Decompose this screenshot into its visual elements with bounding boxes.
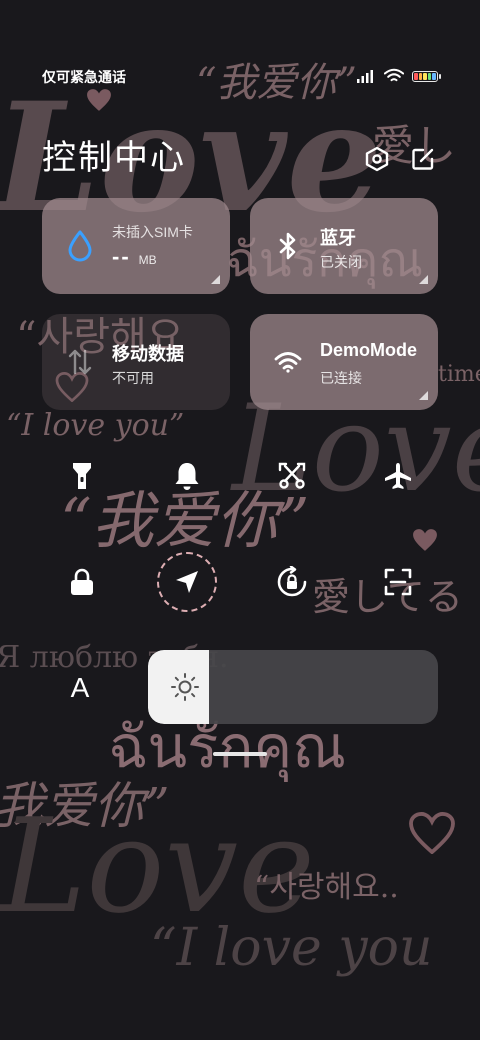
- wallpaper-text: “사랑해요..: [254, 870, 399, 905]
- data-unit: MB: [138, 253, 157, 267]
- location-arrow-icon: [176, 571, 198, 593]
- mobile-data-label: 移动数据: [112, 344, 184, 364]
- wallpaper-text: time: [438, 362, 480, 387]
- location-toggle[interactable]: [157, 552, 217, 612]
- tile-expand-corner: [211, 275, 220, 284]
- mobile-data-status: 不可用: [112, 370, 154, 386]
- wifi-icon: [272, 346, 304, 378]
- ringer-toggle[interactable]: [157, 446, 217, 506]
- edit-icon: [412, 148, 434, 170]
- battery-segment: [414, 72, 418, 80]
- flashlight-toggle[interactable]: [52, 446, 112, 506]
- lock-screen-toggle[interactable]: [52, 552, 112, 612]
- wifi-tile[interactable]: DemoMode 已连接: [250, 314, 438, 410]
- airplane-icon: [385, 463, 411, 489]
- wallpaper-text: 我爱你”: [0, 777, 170, 835]
- bluetooth-status: 已关闭: [320, 254, 362, 270]
- status-bar: 仅可紧急通话: [0, 60, 480, 92]
- rotation-lock-toggle[interactable]: [262, 552, 322, 612]
- control-center-screen: “我爱你” Love 愛し ฉันรักคุณ “사랑해요 time “I lo…: [0, 0, 480, 1040]
- battery-segment: [432, 72, 436, 80]
- settings-button[interactable]: [362, 144, 392, 174]
- auto-brightness-toggle[interactable]: A: [60, 668, 100, 708]
- sim-status-label: 未插入SIM卡: [112, 224, 193, 240]
- screenshot-toggle[interactable]: [262, 446, 322, 506]
- scissors-icon: [278, 462, 306, 489]
- data-usage-value: -- MB: [112, 244, 157, 270]
- wifi-status: 已连接: [320, 370, 362, 386]
- battery-segment: [427, 72, 432, 80]
- battery-icon: [412, 70, 441, 82]
- data-value: --: [112, 244, 131, 269]
- scanner-toggle[interactable]: [368, 552, 428, 612]
- mobile-data-arrows-icon: [64, 346, 96, 378]
- sun-icon: [171, 673, 199, 701]
- airplane-toggle[interactable]: [368, 446, 428, 506]
- heart-icon: [413, 529, 437, 551]
- carrier-text: 仅可紧急通话: [42, 69, 126, 85]
- signal-icon: [357, 70, 373, 83]
- wifi-network-name: DemoMode: [320, 340, 418, 360]
- data-usage-tile[interactable]: 未插入SIM卡 -- MB: [42, 198, 230, 294]
- mobile-data-tile[interactable]: 移动数据 不可用: [42, 314, 230, 410]
- wifi-icon: [384, 68, 404, 82]
- brightness-slider[interactable]: [148, 650, 438, 724]
- bluetooth-icon: [272, 230, 304, 262]
- bluetooth-label: 蓝牙: [320, 228, 356, 248]
- drag-handle[interactable]: [213, 752, 267, 756]
- wallpaper-text: Love: [0, 790, 315, 942]
- battery-segment: [423, 72, 427, 80]
- bell-icon: [175, 463, 199, 490]
- battery-segment: [418, 72, 423, 80]
- settings-hexagon-icon: [365, 146, 389, 172]
- lock-icon: [71, 568, 93, 595]
- water-drop-icon: [64, 230, 96, 262]
- wallpaper-text: “I love you: [150, 918, 433, 978]
- status-icons: [356, 68, 441, 84]
- tile-expand-corner: [419, 275, 428, 284]
- scan-icon: [384, 568, 412, 596]
- bluetooth-tile[interactable]: 蓝牙 已关闭: [250, 198, 438, 294]
- page-title: 控制中心: [42, 139, 186, 177]
- heart-icon: [409, 812, 455, 854]
- flashlight-icon: [73, 463, 91, 489]
- wallpaper-text: “I love you”: [6, 408, 185, 443]
- edit-button[interactable]: [408, 144, 438, 174]
- tile-expand-corner: [419, 391, 428, 400]
- rotation-lock-icon: [277, 566, 307, 597]
